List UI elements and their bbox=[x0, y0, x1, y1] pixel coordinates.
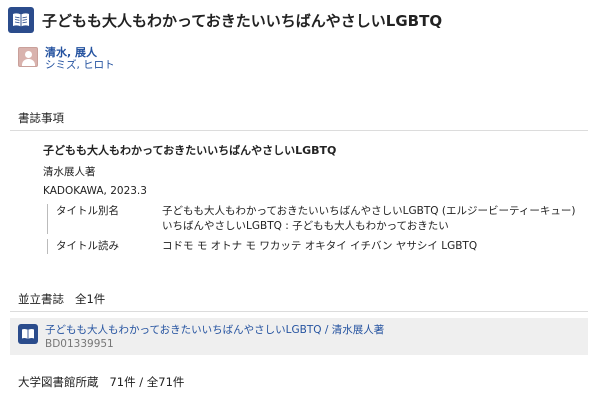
person-icon bbox=[18, 47, 38, 67]
bibliographic-record: 子どもも大人もわかっておきたいいちばんやさしいLGBTQ 清水展人著 KADOK… bbox=[43, 142, 583, 203]
field-title-reading: タイトル読み コドモ モ オトナ モ ワカッテ オキタイ イチバン ヤサシイ L… bbox=[47, 239, 477, 254]
record-publication: KADOKAWA, 2023.3 bbox=[43, 185, 147, 197]
author-block: 清水, 展人 シミズ, ヒロト bbox=[18, 46, 115, 72]
holdings-heading: 大学図書館所蔵 71件 / 全71件 bbox=[18, 374, 184, 390]
record-responsibility: 清水展人著 bbox=[43, 166, 96, 178]
field-label: タイトル読み bbox=[56, 240, 119, 252]
parallel-heading-label: 並立書誌 bbox=[18, 292, 64, 306]
divider bbox=[10, 130, 588, 131]
book-icon bbox=[18, 324, 38, 344]
page-header: 子どもも大人もわかっておきたいいちばんやさしいLGBTQ bbox=[8, 6, 442, 34]
field-value: いちばんやさしいLGBTQ : 子どもも大人もわかっておきたい bbox=[162, 220, 449, 232]
parallel-heading: 並立書誌 全1件 bbox=[18, 291, 105, 307]
parallel-item: 子どもも大人もわかっておきたいいちばんやさしいLGBTQ / 清水展人著 BD0… bbox=[10, 318, 588, 355]
bibliographic-heading: 書誌事項 bbox=[18, 111, 64, 125]
field-label: タイトル別名 bbox=[56, 205, 119, 217]
field-value: 子どもも大人もわかっておきたいいちばんやさしいLGBTQ (エルジービーティーキ… bbox=[162, 205, 576, 217]
page-title: 子どもも大人もわかっておきたいいちばんやさしいLGBTQ bbox=[42, 11, 443, 30]
field-value: コドモ モ オトナ モ ワカッテ オキタイ イチバン ヤサシイ LGBTQ bbox=[162, 240, 478, 252]
book-icon bbox=[8, 7, 34, 33]
holdings-count: 71件 / 全71件 bbox=[109, 375, 185, 389]
parallel-item-link[interactable]: 子どもも大人もわかっておきたいいちばんやさしいLGBTQ / 清水展人著 bbox=[45, 323, 384, 337]
author-name-link[interactable]: 清水, 展人 bbox=[45, 46, 115, 59]
author-reading-link[interactable]: シミズ, ヒロト bbox=[45, 59, 115, 72]
record-title: 子どもも大人もわかっておきたいいちばんやさしいLGBTQ bbox=[43, 144, 337, 157]
holdings-heading-label: 大学図書館所蔵 bbox=[18, 375, 99, 389]
divider bbox=[10, 311, 588, 312]
parallel-item-id: BD01339951 bbox=[45, 338, 114, 350]
parallel-count: 全1件 bbox=[74, 292, 106, 306]
field-alt-title: タイトル別名 子どもも大人もわかっておきたいいちばんやさしいLGBTQ (エルジ… bbox=[47, 204, 575, 234]
